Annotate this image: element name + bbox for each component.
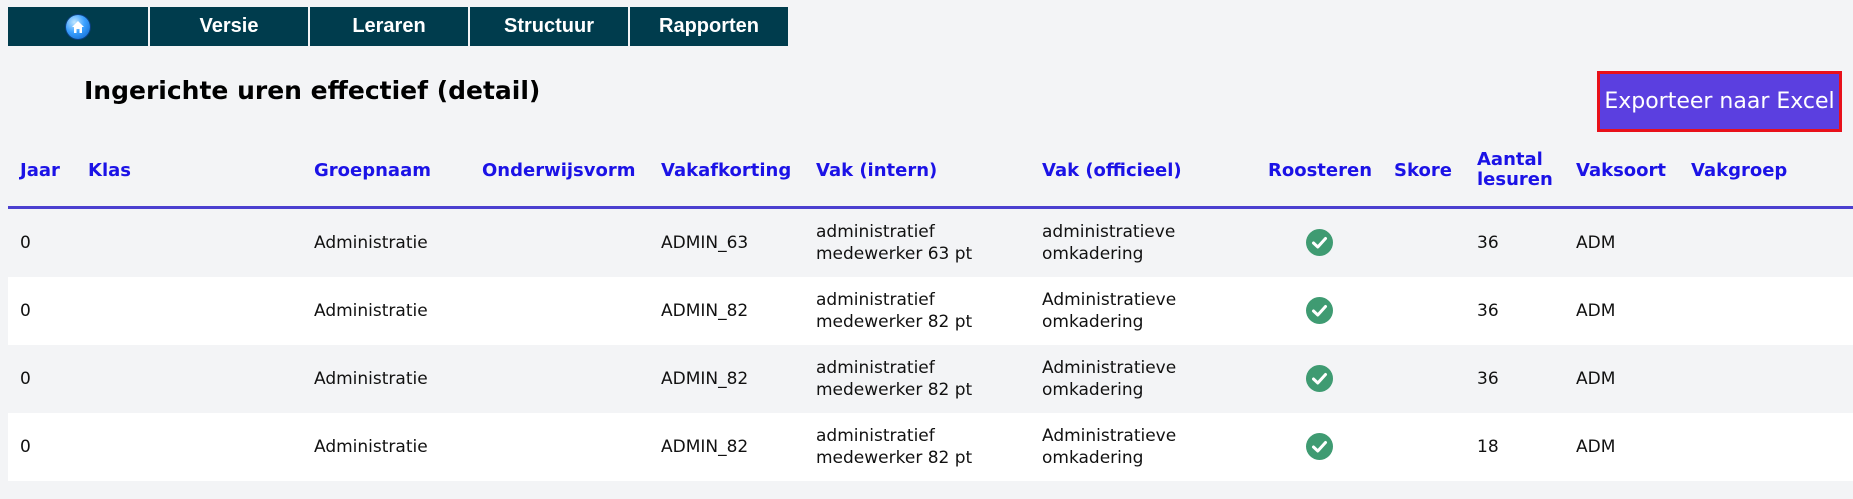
cell-vaksoort: ADM (1576, 233, 1616, 253)
cell-vakafkorting: ADMIN_63 (661, 233, 749, 253)
data-table: Jaar Klas Groepnaam Onderwijsvorm Vakafk… (8, 140, 1853, 481)
cell-vak-intern: administratief medewerker 82 pt (816, 425, 972, 469)
cell-vak-intern: administratief medewerker 82 pt (816, 289, 972, 333)
cell-aantal-lesuren: 36 (1477, 369, 1499, 389)
cell-vak-intern-line1: administratief (816, 426, 935, 446)
header-klas[interactable]: Klas (88, 161, 131, 181)
cell-vaksoort: ADM (1576, 437, 1616, 457)
cell-vak-intern-line1: administratief (816, 290, 935, 310)
header-roosteren[interactable]: Roosteren (1268, 161, 1372, 181)
check-circle-icon (1306, 229, 1333, 256)
cell-vakafkorting: ADMIN_82 (661, 369, 749, 389)
table-header: Jaar Klas Groepnaam Onderwijsvorm Vakafk… (8, 140, 1853, 209)
cell-vaksoort: ADM (1576, 301, 1616, 321)
nav-item-versie[interactable]: Versie (150, 7, 308, 46)
cell-vak-officieel-line2: omkadering (1042, 244, 1144, 264)
nav-item-structuur[interactable]: Structuur (470, 7, 628, 46)
cell-vak-officieel-line1: administratieve (1042, 222, 1176, 242)
cell-vak-officieel: administratieve omkadering (1042, 221, 1175, 265)
cell-jaar: 0 (20, 437, 31, 457)
cell-groepnaam: Administratie (314, 437, 428, 457)
header-vakafkorting[interactable]: Vakafkorting (661, 161, 791, 181)
home-icon (66, 14, 90, 39)
export-excel-button[interactable]: Exporteer naar Excel (1597, 71, 1842, 132)
cell-vaksoort: ADM (1576, 369, 1616, 389)
cell-groepnaam: Administratie (314, 233, 428, 253)
cell-aantal-lesuren: 36 (1477, 301, 1499, 321)
table-row: 0 Administratie ADMIN_82 administratief … (8, 413, 1853, 481)
table-row: 0 Administratie ADMIN_63 administratief … (8, 209, 1853, 277)
header-vak-officieel[interactable]: Vak (officieel) (1042, 161, 1182, 181)
table-row: 0 Administratie ADMIN_82 administratief … (8, 345, 1853, 413)
cell-groepnaam: Administratie (314, 301, 428, 321)
header-aantal-lesuren-line1: Aantal (1477, 149, 1543, 170)
nav-item-rapporten[interactable]: Rapporten (630, 7, 788, 46)
cell-vak-intern-line1: administratief (816, 222, 935, 242)
header-jaar[interactable]: Jaar (20, 161, 60, 181)
header-groepnaam[interactable]: Groepnaam (314, 161, 431, 181)
check-circle-icon (1306, 297, 1333, 324)
check-circle-icon (1306, 433, 1333, 460)
cell-vak-officieel: Administratieve omkadering (1042, 289, 1176, 333)
cell-aantal-lesuren: 18 (1477, 437, 1499, 457)
cell-vak-officieel-line1: Administratieve (1042, 358, 1177, 378)
header-aantal-lesuren[interactable]: Aantal lesuren (1477, 150, 1553, 190)
cell-vak-intern-line2: medewerker 82 pt (816, 312, 973, 332)
cell-vakafkorting: ADMIN_82 (661, 437, 749, 457)
export-excel-label: Exporteer naar Excel (1600, 74, 1839, 129)
cell-vak-officieel: Administratieve omkadering (1042, 357, 1176, 401)
header-aantal-lesuren-line2: lesuren (1477, 169, 1553, 190)
header-vakgroep[interactable]: Vakgroep (1691, 161, 1787, 181)
cell-vak-officieel-line1: Administratieve (1042, 426, 1177, 446)
cell-vakafkorting: ADMIN_82 (661, 301, 749, 321)
nav-home-button[interactable] (8, 7, 148, 46)
top-navbar: Versie Leraren Structuur Rapporten (8, 7, 790, 46)
cell-vak-officieel-line2: omkadering (1042, 312, 1144, 332)
cell-jaar: 0 (20, 233, 31, 253)
cell-vak-intern-line2: medewerker 82 pt (816, 380, 973, 400)
cell-groepnaam: Administratie (314, 369, 428, 389)
cell-aantal-lesuren: 36 (1477, 233, 1499, 253)
cell-vak-officieel-line1: Administratieve (1042, 290, 1177, 310)
header-skore[interactable]: Skore (1394, 161, 1452, 181)
nav-item-leraren[interactable]: Leraren (310, 7, 468, 46)
check-circle-icon (1306, 365, 1333, 392)
header-vaksoort[interactable]: Vaksoort (1576, 161, 1666, 181)
page-title: Ingerichte uren effectief (detail) (84, 76, 541, 105)
cell-vak-officieel-line2: omkadering (1042, 448, 1144, 468)
cell-vak-intern-line2: medewerker 82 pt (816, 448, 973, 468)
cell-vak-intern: administratief medewerker 63 pt (816, 221, 972, 265)
cell-vak-officieel: Administratieve omkadering (1042, 425, 1176, 469)
header-onderwijsvorm[interactable]: Onderwijsvorm (482, 161, 636, 181)
cell-jaar: 0 (20, 369, 31, 389)
table-row: 0 Administratie ADMIN_82 administratief … (8, 277, 1853, 345)
cell-vak-intern: administratief medewerker 82 pt (816, 357, 972, 401)
header-vak-intern[interactable]: Vak (intern) (816, 161, 937, 181)
cell-vak-officieel-line2: omkadering (1042, 380, 1144, 400)
cell-vak-intern-line2: medewerker 63 pt (816, 244, 973, 264)
cell-jaar: 0 (20, 301, 31, 321)
cell-vak-intern-line1: administratief (816, 358, 935, 378)
